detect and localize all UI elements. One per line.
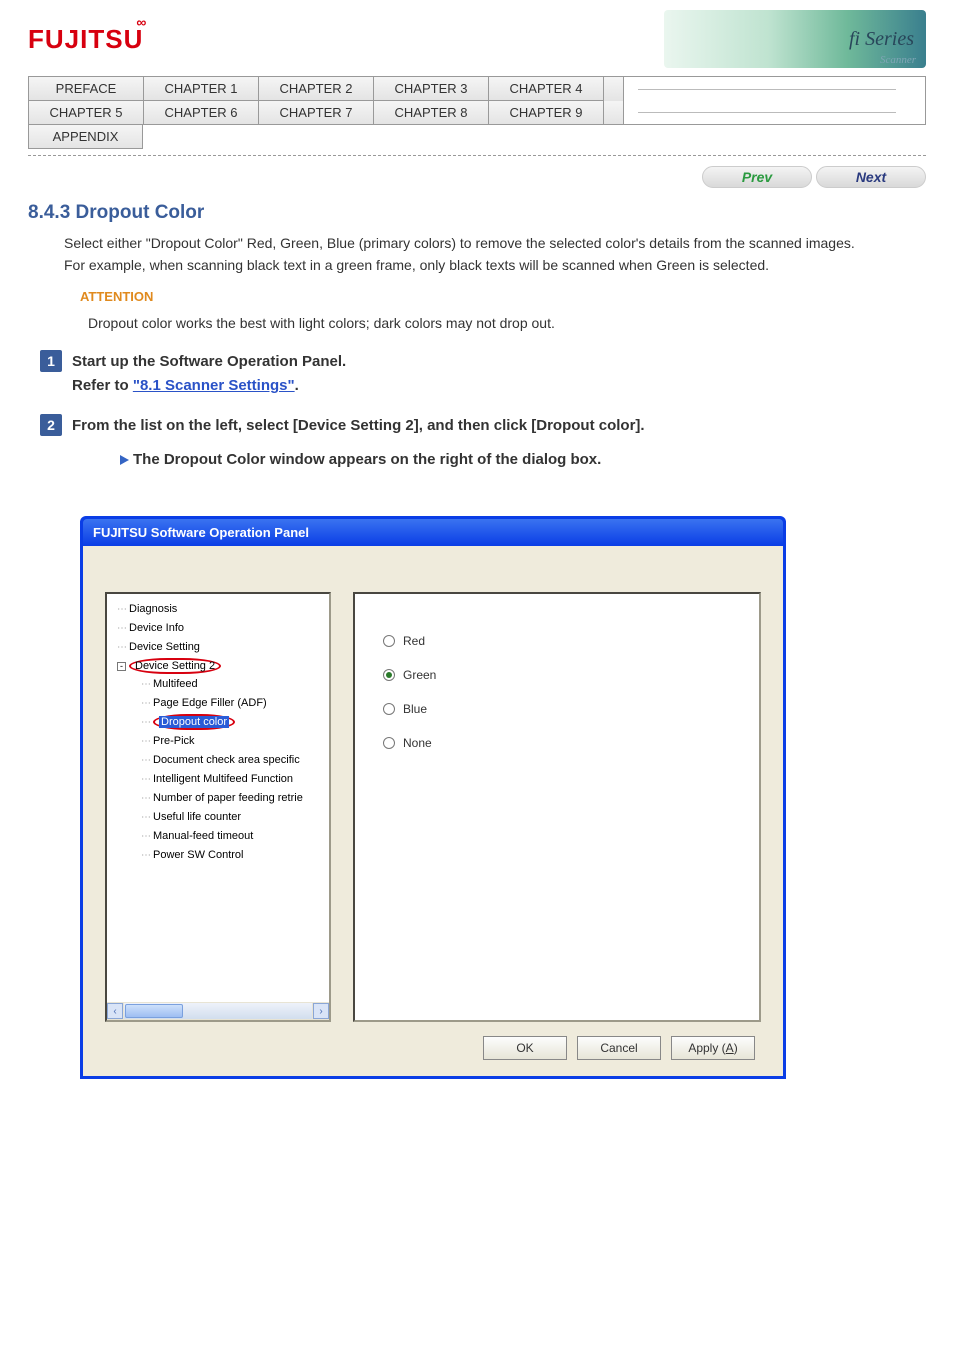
tree-doc-check-area[interactable]: Document check area specific (117, 751, 329, 770)
step-1-text: Start up the Software Operation Panel. R… (72, 350, 346, 398)
side-line (638, 112, 896, 113)
radio-red[interactable]: Red (383, 634, 731, 648)
intro-quote: "Dropout Color" (146, 235, 243, 251)
apply-button[interactable]: Apply (A) (671, 1036, 755, 1060)
step-1-b: Refer to (72, 377, 133, 394)
radio-none[interactable]: None (383, 736, 731, 750)
radio-icon (383, 635, 395, 647)
chapter-nav: PREFACE CHAPTER 1 CHAPTER 2 CHAPTER 3 CH… (28, 76, 926, 125)
apply-post: ) (734, 1041, 738, 1055)
tree-dropout-label: Dropout color (159, 716, 229, 728)
radio-label-none: None (403, 736, 432, 750)
scroll-right-icon[interactable]: › (313, 1003, 329, 1019)
intro-text-a: Select either (64, 235, 146, 251)
section-number: 8.4.3 (28, 202, 70, 223)
step-number-1: 1 (40, 350, 62, 372)
tree-dropout-circle: Dropout color (153, 714, 235, 730)
nav-appendix[interactable]: APPENDIX (28, 125, 143, 149)
attention-body: Dropout color works the best with light … (80, 312, 926, 334)
radio-label-blue: Blue (403, 702, 427, 716)
radio-blue[interactable]: Blue (383, 702, 731, 716)
tree-device-setting-2[interactable]: -Device Setting 2 (117, 657, 329, 675)
radio-icon (383, 737, 395, 749)
tree-device-setting-2-label: Device Setting 2 (129, 658, 221, 674)
nav-chapter-3[interactable]: CHAPTER 3 (374, 77, 489, 101)
tree-device-info[interactable]: Device Info (117, 619, 329, 638)
ok-button[interactable]: OK (483, 1036, 567, 1060)
nav-chapter-4[interactable]: CHAPTER 4 (489, 77, 604, 101)
tree-scrollbar[interactable]: ‹ › (107, 1002, 329, 1020)
tree-panel: Diagnosis Device Info Device Setting -De… (105, 592, 331, 1022)
tree-useful-life-counter[interactable]: Useful life counter (117, 808, 329, 827)
tree-diagnosis[interactable]: Diagnosis (117, 600, 329, 619)
step-2-text: From the list on the left, select [Devic… (72, 414, 645, 472)
series-banner: fi Series Scanner (664, 10, 926, 68)
scanner-settings-link[interactable]: "8.1 Scanner Settings" (133, 377, 295, 394)
nav-chapter-6[interactable]: CHAPTER 6 (144, 101, 259, 124)
nav-dropdown-2[interactable] (604, 101, 624, 124)
tree-page-edge-filler[interactable]: Page Edge Filler (ADF) (117, 694, 329, 713)
tree-collapse-icon[interactable]: - (117, 662, 126, 671)
divider (28, 155, 926, 156)
brand-logo-text: FUJITSU (28, 24, 143, 54)
scroll-track[interactable] (124, 1003, 312, 1019)
step-2-a: From the list on the left, select [Devic… (72, 414, 645, 438)
nav-dropdown-1[interactable] (604, 77, 624, 101)
radio-green[interactable]: Green (383, 668, 731, 682)
tree-multifeed[interactable]: Multifeed (117, 675, 329, 694)
attention-note: ATTENTION Dropout color works the best w… (0, 279, 954, 338)
side-line (638, 89, 896, 90)
radio-label-red: Red (403, 634, 425, 648)
scroll-left-icon[interactable]: ‹ (107, 1003, 123, 1019)
nav-chapter-7[interactable]: CHAPTER 7 (259, 101, 374, 124)
logo-infinity-icon: ∞ (136, 14, 147, 30)
banner-label: fi Series (849, 28, 914, 51)
section-title: Dropout Color (76, 202, 205, 223)
software-operation-panel-dialog: FUJITSU Software Operation Panel Diagnos… (80, 516, 786, 1079)
tree-paper-feeding-retries[interactable]: Number of paper feeding retrie (117, 789, 329, 808)
next-button[interactable]: Next (816, 166, 926, 188)
tree-device-setting[interactable]: Device Setting (117, 638, 329, 657)
intro-paragraph: Select either "Dropout Color" Red, Green… (0, 226, 954, 279)
tree-dropout-color[interactable]: Dropout color (117, 713, 329, 732)
nav-preface[interactable]: PREFACE (29, 77, 144, 101)
banner-subtext: Scanner (880, 54, 916, 66)
step-1-c: . (295, 377, 299, 394)
brand-logo: FUJITSU ∞ (28, 24, 143, 55)
radio-label-green: Green (403, 668, 436, 682)
scroll-thumb[interactable] (125, 1004, 183, 1018)
cancel-button[interactable]: Cancel (577, 1036, 661, 1060)
radio-icon-selected (383, 669, 395, 681)
section-heading: 8.4.3 Dropout Color (0, 192, 954, 226)
nav-chapter-2[interactable]: CHAPTER 2 (259, 77, 374, 101)
tree-power-sw-control[interactable]: Power SW Control (117, 846, 329, 865)
apply-pre: Apply ( (688, 1041, 725, 1055)
nav-chapter-8[interactable]: CHAPTER 8 (374, 101, 489, 124)
arrow-right-icon (120, 455, 129, 465)
dialog-title: FUJITSU Software Operation Panel (83, 519, 783, 546)
tree-pre-pick[interactable]: Pre-Pick (117, 732, 329, 751)
tree-intelligent-multifeed[interactable]: Intelligent Multifeed Function (117, 770, 329, 789)
radio-panel: Red Green Blue None (353, 592, 761, 1022)
tree-manual-feed-timeout[interactable]: Manual-feed timeout (117, 827, 329, 846)
nav-chapter-5[interactable]: CHAPTER 5 (29, 101, 144, 124)
attention-label: ATTENTION (80, 289, 926, 304)
apply-u: A (726, 1041, 734, 1055)
radio-icon (383, 703, 395, 715)
arrow-msg: The Dropout Color window appears on the … (133, 451, 601, 468)
nav-chapter-1[interactable]: CHAPTER 1 (144, 77, 259, 101)
nav-chapter-9[interactable]: CHAPTER 9 (489, 101, 604, 124)
prev-button[interactable]: Prev (702, 166, 812, 188)
step-number-2: 2 (40, 414, 62, 436)
step-1-a: Start up the Software Operation Panel. (72, 350, 346, 374)
